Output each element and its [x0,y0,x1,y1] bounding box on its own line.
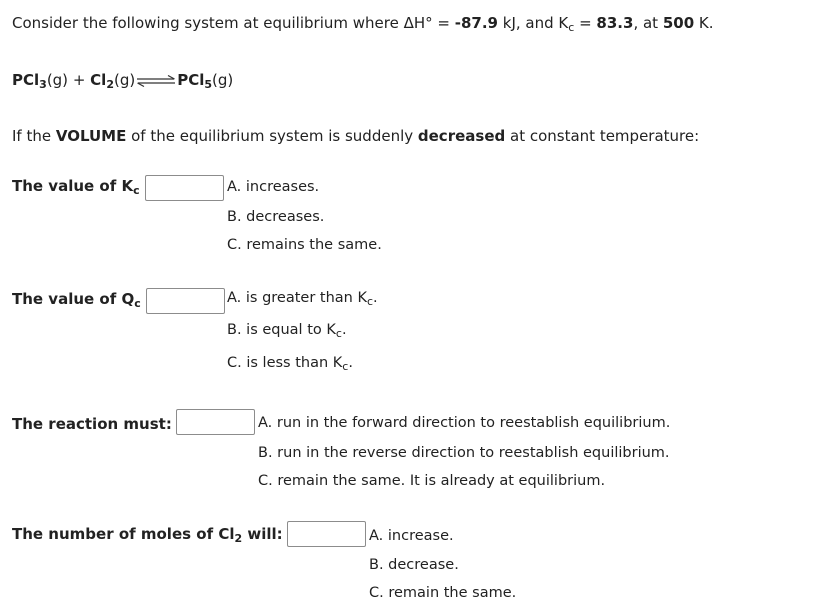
option-qc-b: B. is equal to Kc. [227,322,347,339]
question-qc-label: The value of Qc [12,290,141,310]
enthalpy-value: -87.9 [454,14,498,32]
option-reaction-b: B. run in the reverse direction to reest… [258,445,670,461]
equilibrium-arrow-icon [137,74,176,87]
question-label-text: The value of K [12,177,134,195]
condition-text: of the equilibrium system is suddenly [126,127,418,145]
reactant-1-state: (g) [46,71,69,89]
temperature-unit: K. [694,14,714,32]
option-kc-b: B. decreases. [227,209,325,225]
reactant-1: PCl [12,71,40,89]
option-reaction-c: C. remain the same. It is already at equ… [258,473,606,489]
question-label-subscript: 2 [234,532,243,545]
question-kc-label: The value of Kc [12,177,140,197]
temperature-value: 500 [662,14,695,32]
answer-input-kc[interactable] [145,175,224,201]
problem-statement: Consider the following system at equilib… [12,14,714,33]
option-text: . [341,322,347,338]
enthalpy-unit: kJ, and [498,14,559,32]
temp-prefix: , at [633,14,663,32]
question-label-subscript: c [134,297,141,310]
condition-emphasis-decreased: decreased [417,127,506,145]
option-text: C. is less than K [227,355,343,371]
reactant-1-subscript: 3 [39,78,47,91]
question-label-text: The number of moles of Cl [12,525,235,543]
question-moles-label: The number of moles of Cl2 will: [12,525,283,545]
question-label-text: will: [242,525,283,543]
plus-sign: + [68,71,91,89]
condition-text: If the [12,127,56,145]
reaction-equation: PCl3(g) + Cl2(g) PCl5(g) [12,71,234,91]
option-moles-b: B. decrease. [369,557,459,573]
reactant-2: Cl [90,71,107,89]
enthalpy-label: ΔH° = [403,14,455,32]
option-reaction-a: A. run in the forward direction to reest… [258,415,671,431]
option-text: . [348,355,353,371]
question-label-subscript: c [133,184,140,197]
question-reaction-label: The reaction must: [12,415,172,433]
product-1-state: (g) [212,71,234,89]
condition-statement: If the VOLUME of the equilibrium system … [12,127,699,145]
option-text: . [373,290,378,306]
kc-equals: = [574,14,597,32]
reactant-2-subscript: 2 [106,78,114,91]
condition-emphasis-volume: VOLUME [55,127,127,145]
option-qc-a: A. is greater than Kc. [227,290,378,307]
product-1: PCl [177,71,205,89]
answer-input-qc[interactable] [146,288,225,314]
option-qc-c: C. is less than Kc. [227,355,353,372]
answer-input-reaction[interactable] [176,409,255,435]
option-text: A. is greater than K [227,290,367,306]
option-kc-a: A. increases. [227,179,320,195]
answer-input-moles[interactable] [287,521,366,547]
intro-text: Consider the following system at equilib… [12,14,404,32]
option-moles-a: A. increase. [369,528,454,544]
option-text: B. is equal to K [227,322,336,338]
reactant-2-state: (g) [113,71,136,89]
kc-value: 83.3 [596,14,634,32]
option-kc-c: C. remains the same. [227,237,382,253]
question-label-text: The value of Q [12,290,135,308]
product-1-subscript: 5 [204,78,213,91]
option-moles-c: C. remain the same. [369,585,517,601]
kc-symbol: K [558,14,569,32]
condition-text: at constant temperature: [505,127,700,145]
